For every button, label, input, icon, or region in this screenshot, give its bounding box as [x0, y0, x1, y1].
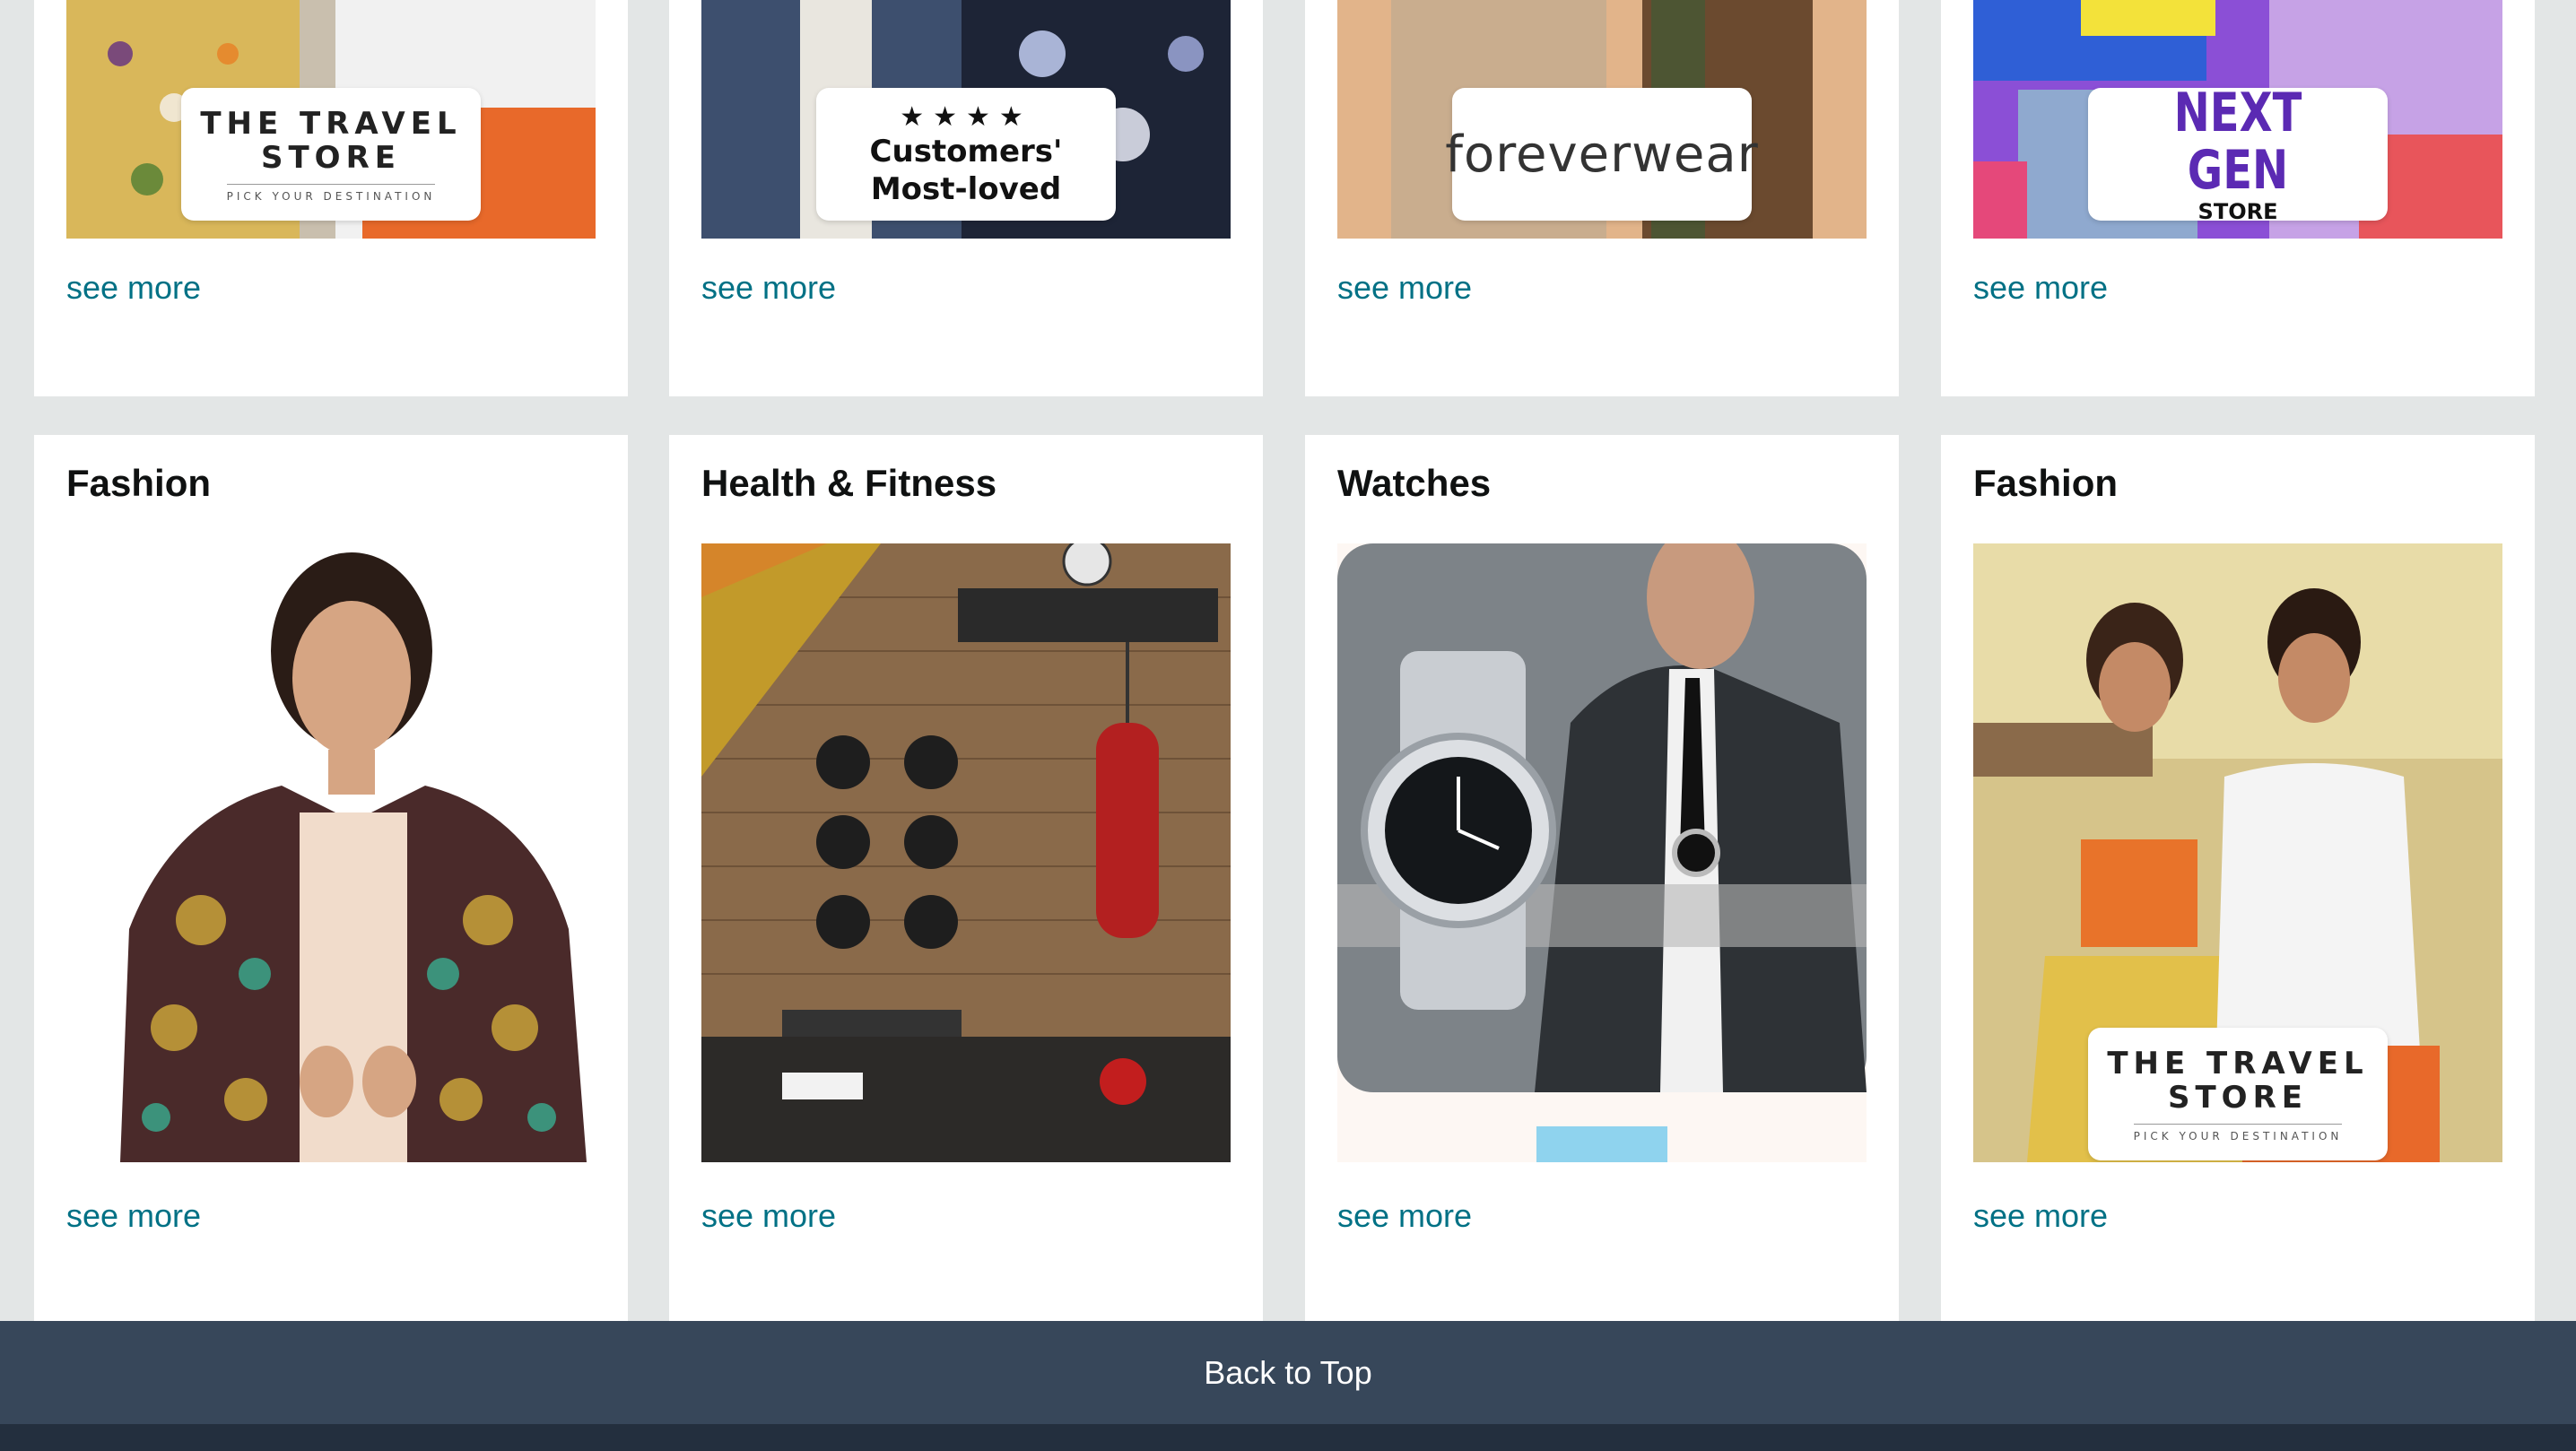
- travel-store-badge: THE TRAVEL STORE PICK YOUR DESTINATION: [181, 88, 481, 221]
- product-image[interactable]: [1337, 543, 1867, 1162]
- product-image[interactable]: NEXT GEN STORE: [1973, 0, 2502, 239]
- category-card: Watches see more: [1305, 435, 1899, 1323]
- product-image[interactable]: [66, 543, 596, 1162]
- product-image[interactable]: THE TRAVEL STORE PICK YOUR DESTINATION: [66, 0, 596, 239]
- category-card: ★★★★ Customers' Most-loved see more: [669, 0, 1263, 396]
- see-more-link[interactable]: see more: [1337, 1197, 1472, 1235]
- category-card: Health & Fitness see more: [669, 435, 1263, 1323]
- category-card: foreverwear see more: [1305, 0, 1899, 396]
- see-more-link[interactable]: see more: [66, 269, 201, 307]
- category-card: Fashion see more: [34, 435, 628, 1323]
- category-card: NEXT GEN STORE see more: [1941, 0, 2535, 396]
- foreverwear-badge: foreverwear: [1445, 88, 1758, 221]
- customers-most-loved-badge: ★★★★ Customers' Most-loved: [816, 88, 1116, 221]
- card-title: Fashion: [1973, 462, 2119, 504]
- travel-store-badge: THE TRAVEL STORE PICK YOUR DESTINATION: [2088, 1028, 2388, 1160]
- product-image[interactable]: THE TRAVEL STORE PICK YOUR DESTINATION: [1973, 543, 2502, 1162]
- see-more-link[interactable]: see more: [701, 1197, 836, 1235]
- card-title: Watches: [1337, 462, 1492, 504]
- see-more-link[interactable]: see more: [1973, 269, 2108, 307]
- category-card: THE TRAVEL STORE PICK YOUR DESTINATION s…: [34, 0, 628, 396]
- back-to-top-label: Back to Top: [1204, 1353, 1372, 1391]
- product-image[interactable]: [701, 543, 1231, 1162]
- next-gen-store-badge: NEXT GEN STORE: [2088, 84, 2388, 224]
- product-image[interactable]: foreverwear: [1337, 0, 1867, 239]
- see-more-link[interactable]: see more: [1337, 269, 1472, 307]
- see-more-link[interactable]: see more: [66, 1197, 201, 1235]
- card-title: Health & Fitness: [701, 462, 997, 504]
- footer-nav-strip: [0, 1424, 2576, 1451]
- back-to-top-button[interactable]: Back to Top: [0, 1321, 2576, 1424]
- category-card: Fashion THE TRAVEL STORE PICK YOUR DESTI…: [1941, 435, 2535, 1323]
- see-more-link[interactable]: see more: [1973, 1197, 2108, 1235]
- card-title: Fashion: [66, 462, 212, 504]
- see-more-link[interactable]: see more: [701, 269, 836, 307]
- product-image[interactable]: ★★★★ Customers' Most-loved: [701, 0, 1231, 239]
